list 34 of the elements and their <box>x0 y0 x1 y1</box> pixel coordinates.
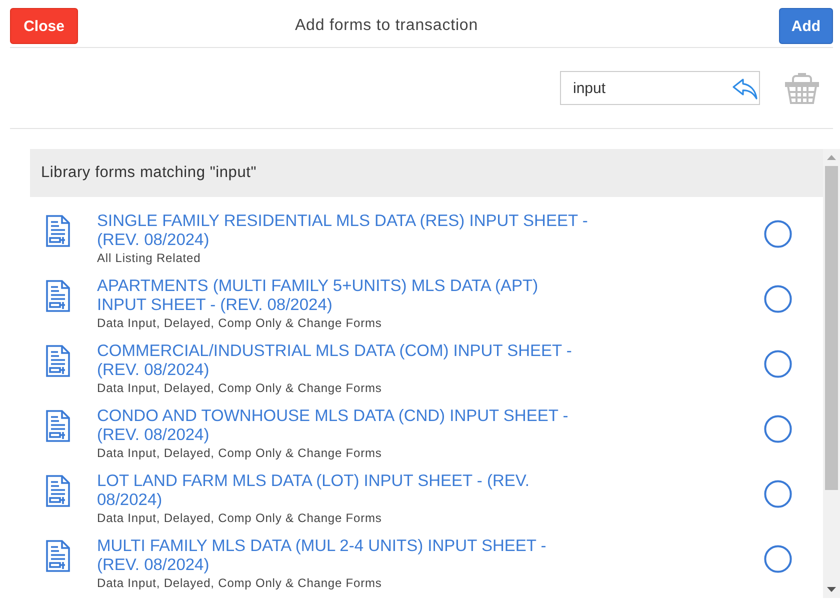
select-radio[interactable] <box>764 285 792 313</box>
close-button[interactable]: Close <box>10 8 78 44</box>
form-title-link[interactable]: MULTI FAMILY MLS DATA (MUL 2-4 UNITS) INPUT SHEET - (REV. 08/2024) <box>97 537 590 575</box>
form-title-link[interactable]: APARTMENTS (MULTI FAMILY 5+UNITS) MLS DATA (APT) INPUT SHEET - (REV. 08/2024) <box>97 277 590 315</box>
form-category: All Listing Related <box>97 251 201 266</box>
scrollbar-thumb[interactable] <box>825 166 838 490</box>
select-radio[interactable] <box>764 545 792 573</box>
scrollbar[interactable] <box>823 149 840 598</box>
search-field[interactable]: input <box>560 71 760 105</box>
document-icon <box>46 345 70 377</box>
select-radio[interactable] <box>764 220 792 248</box>
form-category: Data Input, Delayed, Comp Only & Change Forms <box>97 446 382 461</box>
curved-arrow-icon[interactable] <box>732 78 758 100</box>
dialog-title: Add forms to transaction <box>294 17 478 35</box>
document-icon <box>46 410 70 442</box>
form-title-link[interactable]: SINGLE FAMILY RESIDENTIAL MLS DATA (RES) INPUT SHEET - (REV. 08/2024) <box>97 212 590 250</box>
select-radio[interactable] <box>764 480 792 508</box>
form-category: Data Input, Delayed, Comp Only & Change Forms <box>97 511 382 526</box>
document-icon <box>46 540 70 572</box>
scroll-up-icon[interactable] <box>827 155 836 160</box>
form-title-link[interactable]: CONDO AND TOWNHOUSE MLS DATA (CND) INPUT SHEET - (REV. 08/2024) <box>97 407 590 445</box>
add-button[interactable]: Add <box>779 8 833 44</box>
document-icon <box>46 215 70 247</box>
select-radio[interactable] <box>764 350 792 378</box>
select-radio[interactable] <box>764 415 792 443</box>
form-title-link[interactable]: COMMERCIAL/INDUSTRIAL MLS DATA (COM) INPUT SHEET - (REV. 08/2024) <box>97 342 590 380</box>
form-category: Data Input, Delayed, Comp Only & Change Forms <box>97 316 382 331</box>
results-heading: Library forms matching "input" <box>30 149 823 197</box>
document-icon <box>46 280 70 312</box>
form-title-link[interactable]: LOT LAND FARM MLS DATA (LOT) INPUT SHEET - (REV. 08/2024) <box>97 472 590 510</box>
form-category: Data Input, Delayed, Comp Only & Change Forms <box>97 576 382 591</box>
document-icon <box>46 475 70 507</box>
scroll-down-icon[interactable] <box>827 587 836 592</box>
form-category: Data Input, Delayed, Comp Only & Change Forms <box>97 381 382 396</box>
